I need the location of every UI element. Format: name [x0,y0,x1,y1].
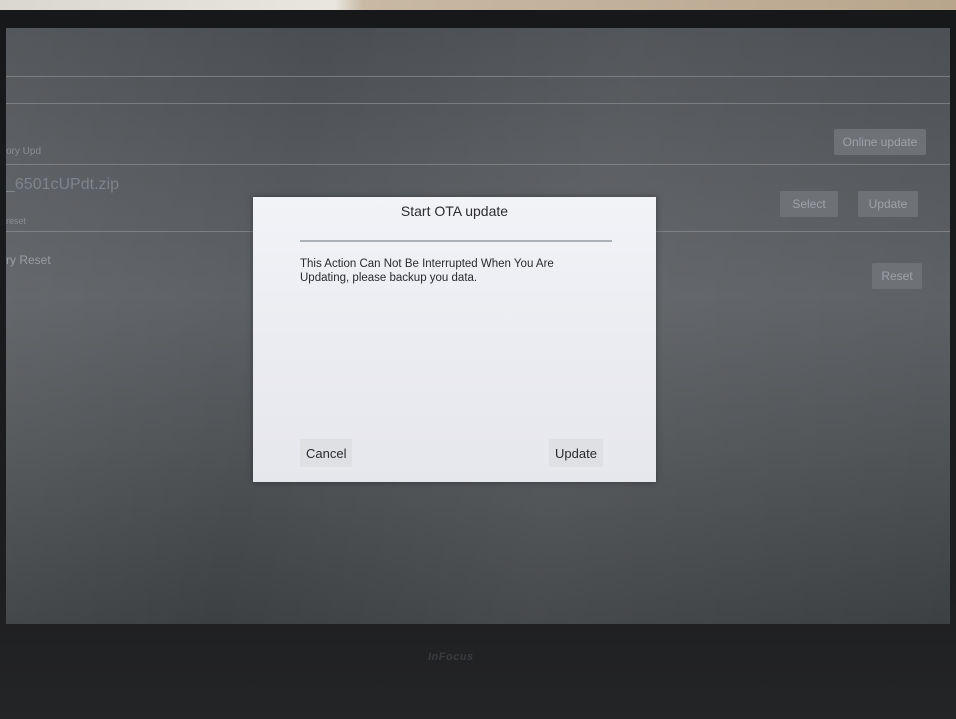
update-button[interactable]: Update [549,439,603,467]
select-button[interactable]: Select [780,191,838,217]
divider [6,76,950,77]
dialog-message-line: This Action Can Not Be Interrupted When … [300,258,554,270]
update-file-name: _6501cUPdt.zip [6,176,119,193]
dialog-message: This Action Can Not Be Interrupted When … [300,257,620,285]
dialog-title: Start OTA update [400,203,509,219]
reset-button[interactable]: Reset [872,263,922,289]
section-label-update: ory Upd [6,146,42,157]
brand-logo: InFocus [428,651,474,663]
divider [6,103,950,104]
dialog-divider [300,240,612,242]
factory-reset-label: ry Reset [6,253,51,267]
cancel-button[interactable]: Cancel [300,439,353,467]
online-update-button[interactable]: Online update [834,129,926,155]
ota-update-dialog: Start OTA update This Action Can Not Be … [253,197,656,482]
divider [6,164,950,165]
background-update-button[interactable]: Update [858,191,918,217]
dialog-message-line: Updating, please backup you data. [300,272,478,284]
section-label-reset: reset [6,216,27,226]
